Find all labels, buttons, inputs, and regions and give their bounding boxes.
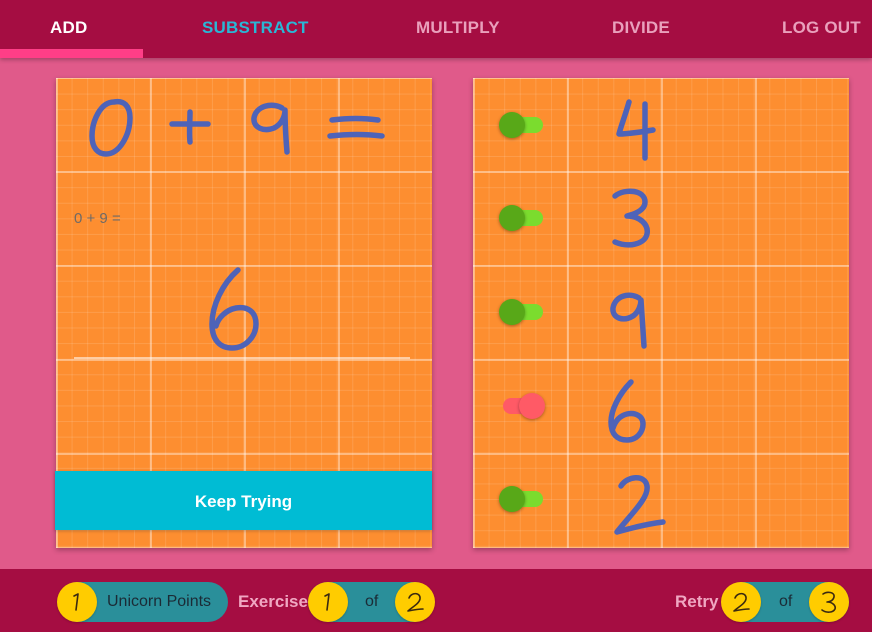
active-tab-indicator	[0, 49, 143, 58]
tab-multiply[interactable]: MULTIPLY	[416, 0, 500, 58]
bottom-status-bar: Unicorn Points Exercise of Retry of 1 1 …	[0, 569, 872, 632]
exercise-label: Exercise	[238, 592, 308, 611]
retry-of-label: of	[779, 593, 793, 610]
exercise-card: 0 + 9 = Keep Trying	[55, 78, 432, 548]
handwritten-equation	[89, 98, 385, 157]
history-toggle-2[interactable]	[499, 203, 547, 233]
history-toggle-4[interactable]	[499, 391, 547, 421]
equation-text: 0 + 9 =	[74, 210, 121, 227]
unicorn-points-label: Unicorn Points	[107, 593, 212, 610]
exercise-of-label: of	[365, 593, 379, 610]
answer-line	[74, 357, 410, 359]
retry-current-coin	[721, 582, 761, 622]
history-toggle-3[interactable]	[499, 297, 547, 327]
history-answer-5	[614, 475, 666, 535]
history-toggle-1[interactable]	[499, 110, 547, 140]
retry-label: Retry	[675, 592, 719, 611]
handwritten-answer	[209, 267, 259, 351]
retry-total-coin	[809, 582, 849, 622]
tab-divide[interactable]: DIVIDE	[612, 0, 670, 58]
logout-button[interactable]: LOG OUT	[782, 0, 861, 58]
history-answer-3	[610, 292, 647, 349]
exercise-current-coin	[308, 582, 348, 622]
history-card: 4 3 9 6 2	[473, 78, 849, 548]
exercise-total-coin	[395, 582, 435, 622]
keep-trying-button[interactable]: Keep Trying	[55, 471, 432, 530]
history-answer-1	[616, 99, 656, 161]
tab-substract[interactable]: SUBSTRACT	[202, 0, 309, 58]
unicorn-points-coin	[57, 582, 97, 622]
history-answer-4	[608, 379, 646, 443]
history-answer-2	[612, 188, 650, 248]
top-nav-bar: ADD SUBSTRACT MULTIPLY DIVIDE LOG OUT	[0, 0, 872, 58]
history-toggle-5[interactable]	[499, 484, 547, 514]
